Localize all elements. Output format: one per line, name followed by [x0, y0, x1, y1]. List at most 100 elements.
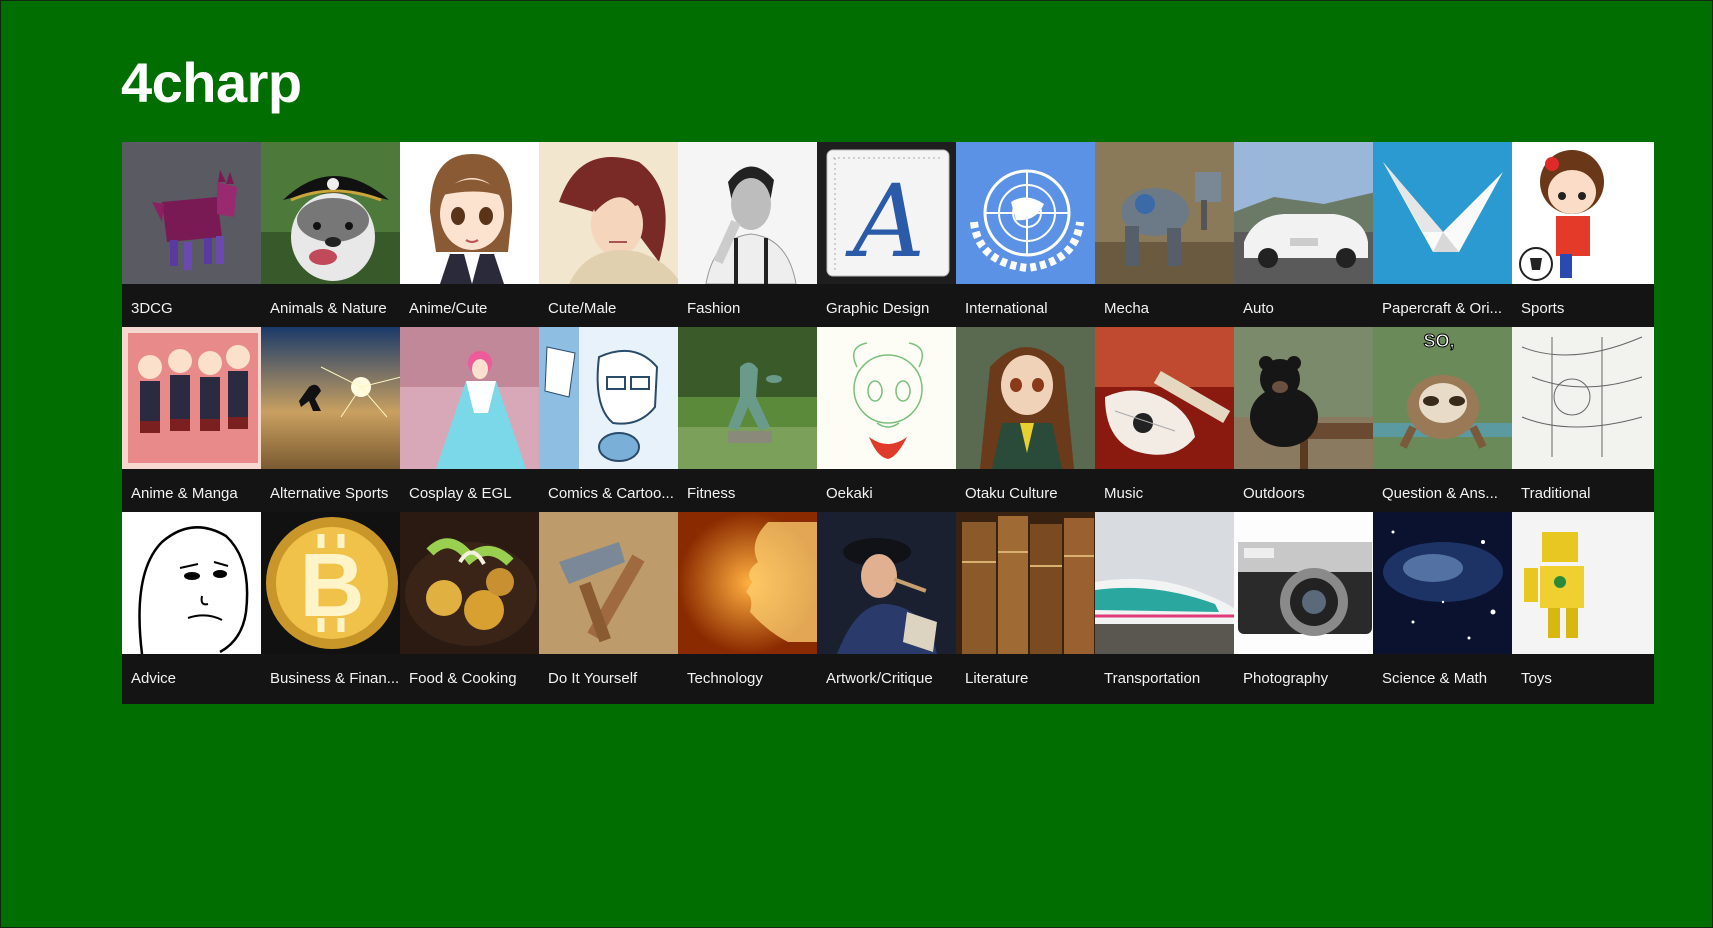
category-tile[interactable]: A Graphic Design — [817, 142, 959, 334]
category-tile-label: Auto — [1243, 300, 1274, 317]
svg-text:A: A — [845, 163, 925, 280]
digital-face-icon — [678, 512, 820, 654]
bear-icon — [1234, 327, 1376, 469]
category-tile[interactable]: Photography — [1234, 512, 1376, 704]
hammer-icon — [539, 512, 681, 654]
category-tile[interactable]: Toys — [1512, 512, 1654, 704]
category-tile[interactable]: Transportation — [1095, 512, 1237, 704]
category-tile-label: Outdoors — [1243, 485, 1305, 502]
3d-horse-icon — [122, 142, 264, 284]
sloth-so-icon: SO, — [1373, 327, 1515, 469]
category-tile-label: Music — [1104, 485, 1144, 502]
map-sketch-icon — [1512, 327, 1654, 469]
soccer-girl-icon — [1512, 142, 1654, 284]
category-tile-label: Papercraft & Ori... — [1382, 300, 1503, 317]
category-tile[interactable]: SO, Question & Ans... — [1373, 327, 1515, 519]
toy-robot-icon — [1512, 512, 1654, 654]
category-tile-label: Science & Math — [1382, 670, 1488, 687]
category-tile[interactable]: Outdoors — [1234, 327, 1376, 519]
mecha-robot-icon — [1095, 142, 1237, 284]
category-tile-label: Artwork/Critique — [826, 670, 933, 687]
category-tile-label: Business & Finan... — [270, 670, 398, 687]
origami-crane-icon — [1373, 142, 1515, 284]
camera-icon — [1234, 512, 1376, 654]
galaxy-icon — [1373, 512, 1515, 654]
bitcoin-icon: B — [261, 512, 403, 654]
category-tile[interactable]: Cosplay & EGL — [400, 327, 542, 519]
category-tile[interactable]: Food & Cooking — [400, 512, 542, 704]
svg-text:B: B — [300, 536, 365, 636]
category-tile[interactable]: Technology — [678, 512, 820, 704]
category-tile[interactable]: B Business & Finan... — [261, 512, 403, 704]
cosplay-dress-icon — [400, 327, 542, 469]
category-tile-label: Otaku Culture — [965, 485, 1058, 502]
category-tile[interactable]: Literature — [956, 512, 1098, 704]
sloth-caption: SO, — [1423, 331, 1454, 351]
category-tile-label: Traditional — [1521, 485, 1591, 502]
category-tile[interactable]: Comics & Cartoo... — [539, 327, 681, 519]
category-tile-label: Cute/Male — [548, 300, 617, 317]
category-tile-label: Advice — [131, 670, 177, 687]
category-tile[interactable]: Artwork/Critique — [817, 512, 959, 704]
category-tile-label: Fitness — [687, 485, 736, 502]
category-tile[interactable]: Otaku Culture — [956, 327, 1098, 519]
category-tile-label: Question & Ans... — [1382, 485, 1498, 502]
font-letter-a-icon: A — [817, 142, 959, 284]
sunset-jump-icon — [261, 327, 403, 469]
category-tile[interactable]: Science & Math — [1373, 512, 1515, 704]
category-tile[interactable]: Music — [1095, 327, 1237, 519]
fashion-man-icon — [678, 142, 820, 284]
oekaki-sketch-icon — [817, 327, 959, 469]
category-tile[interactable]: Cute/Male — [539, 142, 681, 334]
category-tile[interactable]: Sports — [1512, 142, 1654, 334]
category-tile-label: Technology — [687, 670, 763, 687]
discus-statue-icon — [678, 327, 820, 469]
category-tile-label: Transportation — [1104, 670, 1201, 687]
otaku-girl-icon — [956, 327, 1098, 469]
category-tile-label: Toys — [1521, 670, 1552, 687]
category-tile-label: Do It Yourself — [548, 670, 638, 687]
category-tile[interactable]: Auto — [1234, 142, 1376, 334]
category-tile[interactable]: Oekaki — [817, 327, 959, 519]
category-tile[interactable]: Papercraft & Ori... — [1373, 142, 1515, 334]
category-tile-label: Cosplay & EGL — [409, 485, 512, 502]
category-tile[interactable]: Alternative Sports — [261, 327, 403, 519]
old-books-icon — [956, 512, 1098, 654]
comic-sketch-icon — [539, 327, 681, 469]
category-grid: 3DCG Animals & Nature Anime/Cute Cute/Ma… — [122, 142, 1713, 742]
category-tile[interactable]: 3DCG — [122, 142, 264, 334]
un-emblem-icon — [956, 142, 1098, 284]
anime-girl-icon — [400, 142, 542, 284]
category-tile-label: Anime/Cute — [409, 300, 488, 317]
page-title: 4charp — [121, 51, 302, 114]
convertible-car-icon — [1234, 142, 1376, 284]
category-tile-label: Animals & Nature — [270, 300, 387, 317]
category-tile[interactable]: Advice — [122, 512, 264, 704]
category-tile[interactable]: Do It Yourself — [539, 512, 681, 704]
painting-icon — [817, 512, 959, 654]
category-tile-label: Graphic Design — [826, 300, 930, 317]
anime-group-icon — [122, 327, 264, 469]
category-tile[interactable]: International — [956, 142, 1098, 334]
food-bowl-icon — [400, 512, 542, 654]
category-tile-label: 3DCG — [131, 300, 173, 317]
wojak-face-icon — [122, 512, 264, 654]
category-tile[interactable]: Animals & Nature — [261, 142, 403, 334]
category-tile-label: Fashion — [687, 300, 741, 317]
bullet-train-icon — [1095, 512, 1237, 654]
category-tile-label: Anime & Manga — [131, 485, 238, 502]
category-tile-label: Sports — [1521, 300, 1565, 317]
category-tile[interactable]: Fashion — [678, 142, 820, 334]
category-tile[interactable]: Fitness — [678, 327, 820, 519]
anime-male-icon — [539, 142, 681, 284]
pirate-dog-icon — [261, 142, 403, 284]
guitar-icon — [1095, 327, 1237, 469]
category-tile-label: Mecha — [1104, 300, 1150, 317]
category-tile-label: Photography — [1243, 670, 1329, 687]
category-tile[interactable]: Anime & Manga — [122, 327, 264, 519]
category-tile-label: International — [965, 300, 1048, 317]
category-tile-label: Alternative Sports — [270, 485, 389, 502]
category-tile[interactable]: Traditional — [1512, 327, 1654, 519]
category-tile[interactable]: Anime/Cute — [400, 142, 542, 334]
category-tile[interactable]: Mecha — [1095, 142, 1237, 334]
